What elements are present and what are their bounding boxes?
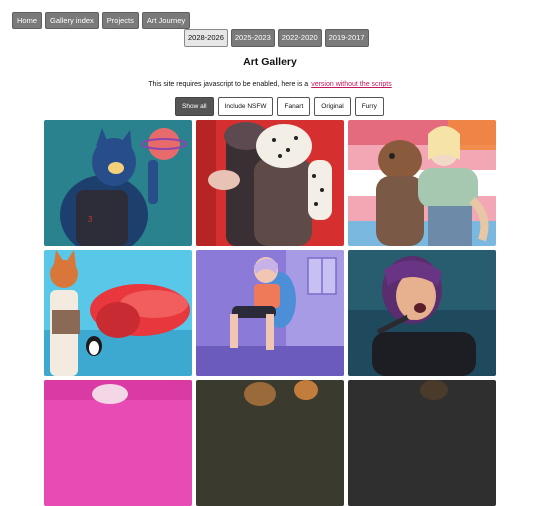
tab-2022-2020[interactable]: 2022-2020 [277,29,322,47]
artwork-image [196,120,344,246]
tab-2025-2023[interactable]: 2025-2023 [230,29,275,47]
nav-gallery-index-button[interactable]: Gallery index [45,12,99,29]
gallery-grid: 3 [44,120,496,506]
filter-show-all-button[interactable]: Show all [175,97,214,116]
page-title: Art Gallery [243,56,297,68]
gallery-thumbnail[interactable] [348,120,496,246]
filter-include-nsfw-button[interactable]: Include NSFW [217,97,274,116]
gallery-thumbnail[interactable] [44,380,192,506]
gallery-thumbnail[interactable] [196,250,344,376]
artwork-image [348,120,496,246]
filter-bar: Show all Include NSFW Fanart Original Fu… [175,97,384,116]
artwork-image [348,250,496,376]
artwork-image [196,250,344,376]
tab-2019-2017[interactable]: 2019-2017 [324,29,369,47]
nav-projects-button[interactable]: Projects [101,12,139,29]
artwork-image [44,250,192,376]
nav-art-journey-button[interactable]: Art Journey [141,12,191,29]
gallery-thumbnail[interactable] [348,380,496,506]
filter-furry-button[interactable]: Furry [354,97,384,116]
gallery-thumbnail[interactable] [196,380,344,506]
js-notice: This site requires javascript to be enab… [0,81,540,88]
svg-text:3: 3 [88,215,93,224]
artwork-image [44,380,192,506]
tab-2028-2026[interactable]: 2028-2026 [184,29,228,47]
nav-home-button[interactable]: Home [12,12,43,29]
year-tabs: 2028-2026 2025-2023 2022-2020 2019-2017 [184,29,369,47]
gallery-thumbnail[interactable]: 3 [44,120,192,246]
top-nav: Home Gallery index Projects Art Journey [12,12,191,29]
artwork-image: 3 [44,120,192,246]
no-script-version-link[interactable]: version without the scripts [311,81,392,88]
artwork-image [196,380,344,506]
gallery-thumbnail[interactable] [196,120,344,246]
gallery-thumbnail[interactable] [44,250,192,376]
notice-text: This site requires javascript to be enab… [148,81,309,88]
artwork-image [348,380,496,506]
filter-fanart-button[interactable]: Fanart [277,97,311,116]
gallery-thumbnail[interactable] [348,250,496,376]
filter-original-button[interactable]: Original [314,97,351,116]
